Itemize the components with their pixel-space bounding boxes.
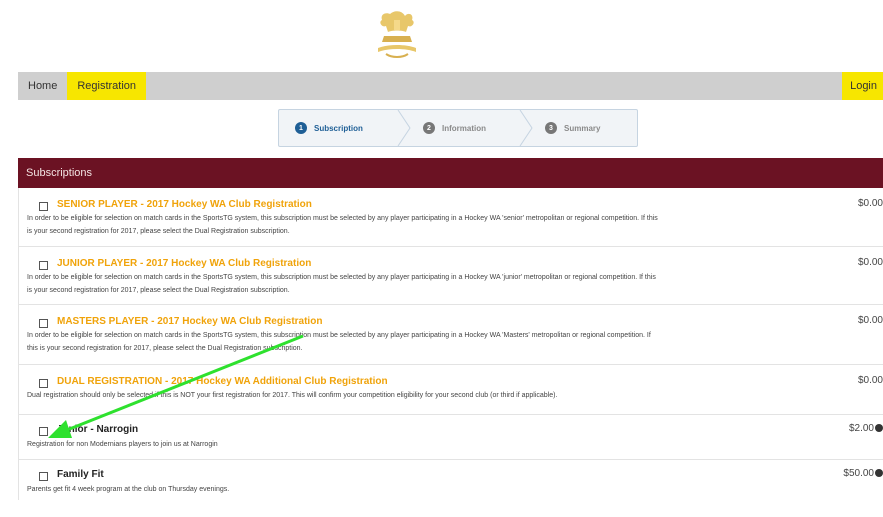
checkbox-icon[interactable] — [39, 427, 48, 436]
subscription-description: Parents get fit 4 week program at the cl… — [27, 486, 230, 493]
checkbox-icon[interactable] — [39, 379, 48, 388]
subscription-price: $2.00 — [848, 423, 874, 434]
subscriptions-header: Subscriptions — [18, 158, 883, 188]
subscription-title: Family Fit — [57, 469, 104, 480]
main-navbar: Home Registration Login — [18, 72, 883, 100]
registration-steps: 1 Subscription 2 Information 3 Summary — [278, 109, 638, 147]
checkbox-icon[interactable] — [39, 261, 48, 270]
subscription-price: $0.00 — [857, 315, 883, 326]
subscription-price: $0.00 — [857, 198, 883, 209]
subscription-title: SENIOR PLAYER - 2017 Hockey WA Club Regi… — [57, 199, 312, 210]
checkbox-icon[interactable] — [39, 319, 48, 328]
step-information: 2 Information — [423, 110, 486, 146]
step-label: Summary — [564, 123, 601, 133]
subscription-price: $0.00 — [857, 257, 883, 268]
subscription-description: Registration for non Modernians players … — [27, 441, 218, 448]
subscription-row: SENIOR PLAYER - 2017 Hockey WA Club Regi… — [18, 188, 883, 247]
step-number: 3 — [545, 122, 557, 134]
subscription-description: Dual registration should only be selecte… — [27, 392, 558, 399]
nav-registration-link[interactable]: Registration — [67, 72, 147, 100]
subscription-title: DUAL REGISTRATION - 2017 Hockey WA Addit… — [57, 376, 388, 387]
subscription-title: Junior - Narrogin — [57, 424, 139, 435]
club-crest-icon — [378, 11, 416, 58]
step-label: Information — [442, 123, 486, 133]
subscription-title: JUNIOR PLAYER - 2017 Hockey WA Club Regi… — [57, 258, 312, 269]
chevron-right-icon — [519, 110, 533, 146]
subscription-price: $50.00 — [843, 468, 874, 479]
subscription-title: MASTERS PLAYER - 2017 Hockey WA Club Reg… — [57, 316, 323, 327]
info-icon[interactable] — [875, 469, 883, 478]
subscription-price-group: $50.00 — [843, 468, 883, 479]
chevron-right-icon — [397, 110, 411, 146]
nav-home-link[interactable]: Home — [18, 72, 67, 100]
subscription-row: Junior - Narrogin $2.00 Registration for… — [18, 415, 883, 460]
subscription-row: JUNIOR PLAYER - 2017 Hockey WA Club Regi… — [18, 247, 883, 305]
step-number: 1 — [295, 122, 307, 134]
step-subscription: 1 Subscription — [295, 110, 363, 146]
subscriptions-list: SENIOR PLAYER - 2017 Hockey WA Club Regi… — [18, 188, 883, 500]
nav-login-link[interactable]: Login — [842, 72, 883, 100]
subscription-row: DUAL REGISTRATION - 2017 Hockey WA Addit… — [18, 365, 883, 415]
step-number: 2 — [423, 122, 435, 134]
subscription-description: In order to be eligible for selection on… — [27, 332, 651, 352]
subscription-description: In order to be eligible for selection on… — [27, 215, 658, 235]
subscription-description: In order to be eligible for selection on… — [27, 274, 656, 294]
step-label: Subscription — [314, 123, 363, 133]
info-icon[interactable] — [875, 424, 883, 433]
subscription-row: MASTERS PLAYER - 2017 Hockey WA Club Reg… — [18, 305, 883, 365]
step-summary: 3 Summary — [545, 110, 600, 146]
checkbox-icon[interactable] — [39, 472, 48, 481]
subscription-row: Family Fit $50.00 Parents get fit 4 week… — [18, 460, 883, 500]
subscription-price-group: $2.00 — [849, 423, 883, 434]
checkbox-icon[interactable] — [39, 202, 48, 211]
subscription-price: $0.00 — [857, 375, 883, 386]
